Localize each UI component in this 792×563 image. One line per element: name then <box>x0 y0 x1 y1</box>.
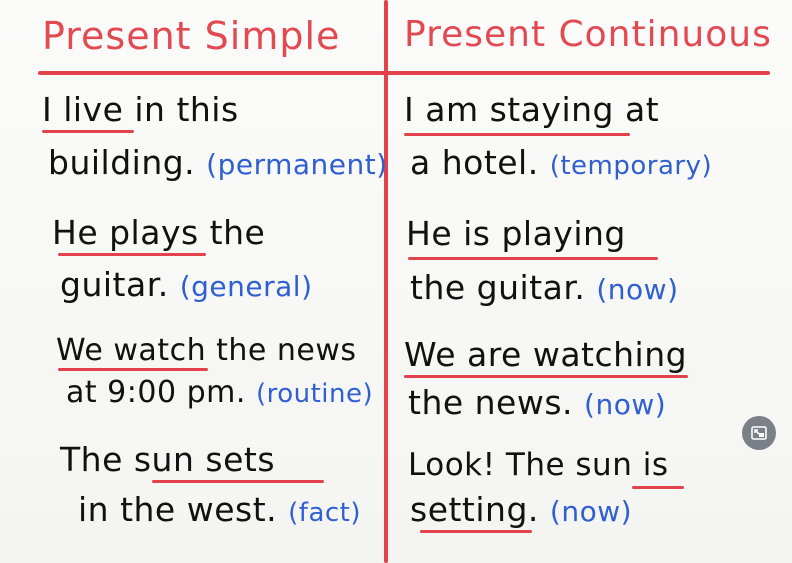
left-example-1-underline <box>42 130 134 133</box>
right-example-1-underline <box>404 133 630 136</box>
left-example-2-line1: He plays the <box>52 213 266 252</box>
left-example-1-note: (permanent) <box>206 148 388 181</box>
heading-present-continuous: Present Continuous <box>404 14 772 55</box>
right-example-2-underline <box>408 257 658 260</box>
right-example-1-note: (temporary) <box>549 151 713 181</box>
right-example-4-line1: Look! The sun is <box>408 447 669 483</box>
exit-picture-in-picture-button[interactable] <box>742 416 776 450</box>
left-example-3-note: (routine) <box>255 379 374 409</box>
left-example-2-note: (general) <box>179 270 313 303</box>
right-example-4-underline-setting <box>420 530 532 533</box>
right-example-4-note: (now) <box>549 495 633 528</box>
right-example-2-note: (now) <box>596 273 679 306</box>
heading-present-simple: Present Simple <box>42 14 341 58</box>
right-example-2-line1: He is playing <box>406 214 626 253</box>
right-example-3-line2-text: the news. <box>408 383 574 422</box>
right-example-4-underline-is <box>632 486 684 489</box>
right-example-3-underline <box>404 375 688 378</box>
left-example-1-line2: building. (permanent) <box>48 143 388 182</box>
left-example-4-line2: in the west. (fact) <box>78 490 361 529</box>
left-example-1-line1: I live in this <box>42 90 239 129</box>
left-example-2-underline <box>58 253 206 256</box>
whiteboard: Present Simple Present Continuous I live… <box>0 0 792 563</box>
left-example-3-line2: at 9:00 pm. (routine) <box>66 375 373 410</box>
left-example-4-line1: The sun sets <box>60 440 276 479</box>
vertical-rule <box>384 0 388 563</box>
right-example-3-line2: the news. (now) <box>408 383 666 422</box>
right-example-1-line2-text: a hotel. <box>410 143 539 182</box>
left-example-2-line2: guitar. (general) <box>60 265 313 304</box>
left-example-4-note: (fact) <box>288 498 362 528</box>
left-example-3-line2-text: at 9:00 pm. <box>66 375 246 410</box>
left-example-4-line2-text: in the west. <box>78 490 278 529</box>
left-example-3-line1: We watch the news <box>56 333 357 368</box>
left-example-3-underline <box>58 368 208 371</box>
right-example-1-line2: a hotel. (temporary) <box>410 143 712 182</box>
right-example-3-line1: We are watching <box>404 335 688 374</box>
left-example-1-line2-text: building. <box>48 143 196 182</box>
right-example-4-line2-text: setting. <box>410 490 539 529</box>
right-example-3-note: (now) <box>584 388 667 421</box>
picture-in-picture-exit-icon <box>751 426 767 440</box>
left-example-4-underline <box>152 480 324 483</box>
right-example-2-line2-text: the guitar. <box>410 268 586 307</box>
right-example-1-line1: I am staying at <box>404 90 660 129</box>
horizontal-rule <box>38 71 770 75</box>
right-example-4-line2: setting. (now) <box>410 490 632 529</box>
left-example-2-line2-text: guitar. <box>60 265 169 304</box>
right-example-2-line2: the guitar. (now) <box>410 268 679 307</box>
